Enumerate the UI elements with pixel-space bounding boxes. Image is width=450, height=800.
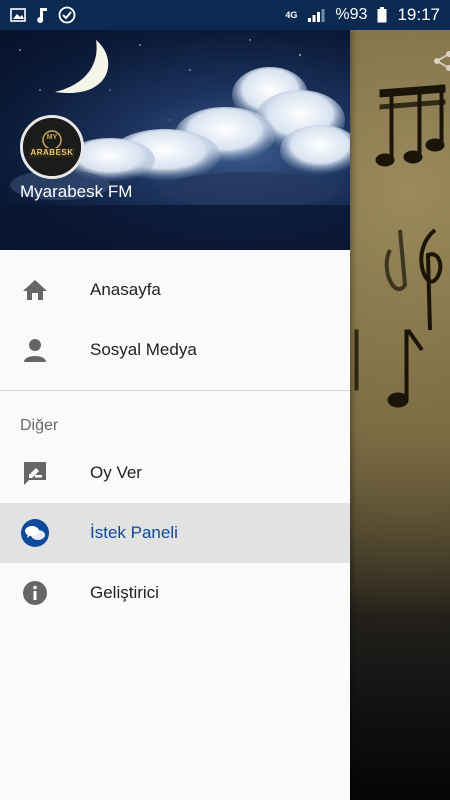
station-name: Myarabesk FM — [20, 182, 133, 201]
menu-item-label: İstek Paneli — [90, 523, 178, 542]
status-bar-left — [10, 6, 76, 24]
menu-item-label: Oy Ver — [90, 463, 142, 482]
signal-icon — [307, 7, 325, 23]
battery-icon — [377, 7, 387, 23]
navigation-drawer: MY ARABESK Myarabesk FM Anasayfa Sosyal … — [0, 30, 350, 800]
music-note-icon — [36, 7, 48, 23]
person-icon — [20, 335, 50, 365]
home-icon — [20, 275, 50, 305]
drawer-menu: Anasayfa Sosyal Medya Diğer Oy Ver İstek… — [0, 250, 350, 623]
background-app-content[interactable] — [350, 30, 450, 800]
chat-bubble-icon — [20, 518, 50, 548]
section-title-diger: Diğer — [20, 417, 59, 434]
station-logo-avatar[interactable]: MY ARABESK — [20, 115, 84, 179]
menu-item-istek-paneli[interactable]: İstek Paneli — [0, 503, 350, 563]
music-notes-background — [354, 84, 446, 408]
menu-item-label: Sosyal Medya — [90, 340, 197, 359]
menu-item-label: Anasayfa — [90, 280, 161, 299]
drawer-header: MY ARABESK Myarabesk FM — [0, 30, 350, 250]
logo-text: ARABESK — [30, 148, 74, 157]
menu-item-label: Geliştirici — [90, 583, 159, 602]
image-icon — [10, 8, 26, 22]
battery-percent: %93 — [335, 6, 368, 23]
network-type: 4G — [285, 9, 298, 20]
menu-item-sosyal-medya[interactable]: Sosyal Medya — [0, 320, 350, 380]
info-icon — [20, 578, 50, 608]
menu-item-oy-ver[interactable]: Oy Ver — [0, 443, 350, 503]
status-bar-right: 4G %93 19:17 — [285, 5, 440, 25]
network-4g-icon: 4G — [285, 9, 298, 20]
menu-item-gelistirici[interactable]: Geliştirici — [0, 563, 350, 623]
logo-small-text: MY — [46, 134, 58, 141]
check-circle-icon — [58, 6, 76, 24]
station-logo-icon — [23, 118, 81, 176]
menu-item-anasayfa[interactable]: Anasayfa — [0, 260, 350, 320]
status-bar: 4G %93 19:17 — [0, 0, 450, 30]
clock: 19:17 — [397, 5, 440, 24]
rate-review-icon — [20, 458, 50, 488]
